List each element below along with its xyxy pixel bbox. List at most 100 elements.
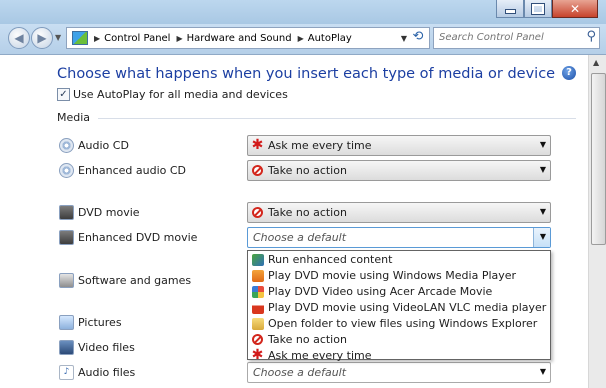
enhanced-dvd-icon [59, 229, 74, 245]
audio-files-select[interactable]: Choose a default ▼ [247, 362, 551, 383]
autoplay-checkbox-label[interactable]: Use AutoPlay for all media and devices [73, 88, 288, 101]
option-open-folder[interactable]: Open folder to view files using Windows … [251, 316, 537, 331]
option-take-no-action[interactable]: Take no action [251, 332, 347, 347]
audio-cd-select[interactable]: ✱ Ask me every time ▼ [247, 135, 551, 156]
option-play-vlc[interactable]: Play DVD movie using VideoLAN VLC media … [251, 300, 546, 315]
breadcrumb-chevron-icon[interactable]: ▶ [94, 34, 100, 43]
media-row-audio-cd: Audio CD [59, 136, 129, 154]
minimize-icon [504, 9, 516, 14]
select-value: Take no action [268, 206, 347, 219]
no-action-icon [251, 206, 264, 219]
autoplay-toggle[interactable]: ✓ Use AutoPlay for all media and devices [57, 88, 288, 101]
ask-icon: ✱ [251, 137, 264, 153]
enhanced-dvd-options-list: Run enhanced content Play DVD movie usin… [247, 250, 551, 363]
search-input[interactable] [434, 28, 579, 46]
folder-icon [251, 317, 264, 330]
chevron-down-icon: ▼ [539, 207, 546, 216]
title-bar: ✕ [0, 0, 606, 24]
media-label: Audio CD [78, 138, 129, 152]
autoplay-panel: ? Choose what happens when you insert ea… [0, 55, 588, 388]
dvd-movie-select[interactable]: Take no action ▼ [247, 202, 551, 223]
arrow-right-icon: ▶ [37, 31, 47, 45]
no-action-icon [251, 164, 264, 177]
maximize-button[interactable] [524, 0, 552, 18]
media-row-audio-files: ♪ Audio files [59, 363, 135, 381]
search-icon[interactable]: ⚲ [586, 29, 596, 44]
media-label: Audio files [78, 365, 136, 379]
media-label: Enhanced DVD movie [78, 230, 198, 244]
media-row-video-files: Video files [59, 338, 135, 356]
select-value: Take no action [268, 164, 347, 177]
video-icon [59, 339, 74, 355]
section-divider [98, 118, 576, 119]
wmp-icon [251, 269, 264, 282]
pictures-icon [59, 314, 74, 330]
chevron-down-icon: ▼ [539, 232, 546, 241]
media-label: DVD movie [78, 205, 140, 219]
select-placeholder: Choose a default [253, 231, 347, 244]
minimize-button[interactable] [496, 0, 524, 18]
option-ask-me-every-time[interactable]: ✱ Ask me every time [251, 348, 372, 363]
option-label: Open folder to view files using Windows … [268, 317, 538, 330]
autoplay-checkbox[interactable]: ✓ [57, 88, 70, 101]
dvd-movie-icon [59, 204, 74, 220]
vlc-icon [251, 301, 264, 314]
acer-arcade-icon [251, 285, 264, 298]
ask-icon: ✱ [251, 347, 264, 363]
chevron-down-icon: ▼ [539, 140, 546, 149]
back-button[interactable]: ◀ [8, 27, 30, 49]
audio-cd-icon [59, 137, 74, 153]
no-action-icon [251, 333, 264, 346]
maximize-icon [531, 2, 545, 15]
chevron-down-icon: ▼ [539, 367, 546, 376]
breadcrumb-chevron-icon[interactable]: ▶ [176, 34, 182, 43]
media-row-enhanced-audio-cd: Enhanced audio CD [59, 161, 186, 179]
media-row-software-and-games: Software and games [59, 271, 191, 289]
breadcrumb-hardware-and-sound[interactable]: Hardware and Sound [187, 33, 292, 44]
enhanced-audio-cd-select[interactable]: Take no action ▼ [247, 160, 551, 181]
enhanced-dvd-select[interactable]: Choose a default ▼ [247, 227, 551, 248]
vertical-scrollbar[interactable]: ▲ [588, 55, 606, 388]
option-label: Play DVD Video using Acer Arcade Movie [268, 285, 493, 298]
media-label: Video files [78, 340, 135, 354]
search-box: ⚲ [433, 27, 600, 49]
media-label: Enhanced audio CD [78, 163, 187, 177]
media-row-pictures: Pictures [59, 313, 122, 331]
address-bar[interactable]: ▶ Control Panel ▶ Hardware and Sound ▶ A… [66, 27, 430, 49]
option-play-windows-media-player[interactable]: Play DVD movie using Windows Media Playe… [251, 268, 516, 283]
breadcrumb-autoplay[interactable]: AutoPlay [308, 33, 352, 44]
software-icon [59, 272, 74, 288]
scrollbar-thumb[interactable] [591, 73, 606, 245]
audio-files-icon: ♪ [59, 364, 74, 380]
chevron-down-icon: ▼ [539, 165, 546, 174]
window-controls: ✕ [496, 0, 598, 18]
option-play-acer-arcade[interactable]: Play DVD Video using Acer Arcade Movie [251, 284, 492, 299]
option-label: Take no action [268, 333, 347, 346]
run-content-icon [251, 253, 264, 266]
page-title: Choose what happens when you insert each… [57, 66, 556, 82]
address-dropdown-icon[interactable]: ▼ [401, 34, 407, 43]
media-row-enhanced-dvd: Enhanced DVD movie [59, 228, 197, 246]
option-label: Play DVD movie using VideoLAN VLC media … [268, 301, 547, 314]
media-label: Pictures [78, 315, 122, 329]
section-label: Media [57, 111, 91, 124]
help-icon[interactable]: ? [562, 66, 576, 80]
arrow-left-icon: ◀ [14, 31, 24, 45]
forward-button[interactable]: ▶ [31, 27, 53, 49]
media-label: Software and games [78, 273, 192, 287]
scroll-up-icon[interactable]: ▲ [593, 58, 599, 67]
control-panel-icon [72, 31, 88, 45]
breadcrumb-control-panel[interactable]: Control Panel [104, 33, 170, 44]
option-run-enhanced-content[interactable]: Run enhanced content [251, 252, 392, 267]
option-label: Run enhanced content [268, 253, 393, 266]
recent-pages-dropdown[interactable]: ▼ [55, 33, 61, 42]
option-label: Ask me every time [268, 349, 372, 362]
breadcrumb-chevron-icon[interactable]: ▶ [298, 34, 304, 43]
select-value: Ask me every time [268, 139, 372, 152]
refresh-icon[interactable]: ⟲ [410, 29, 426, 45]
close-icon: ✕ [569, 1, 581, 16]
select-placeholder: Choose a default [253, 366, 347, 379]
close-button[interactable]: ✕ [552, 0, 598, 18]
enhanced-audio-cd-icon [59, 162, 74, 178]
navigation-bar: ◀ ▶ ▼ ▶ Control Panel ▶ Hardware and Sou… [0, 24, 606, 55]
